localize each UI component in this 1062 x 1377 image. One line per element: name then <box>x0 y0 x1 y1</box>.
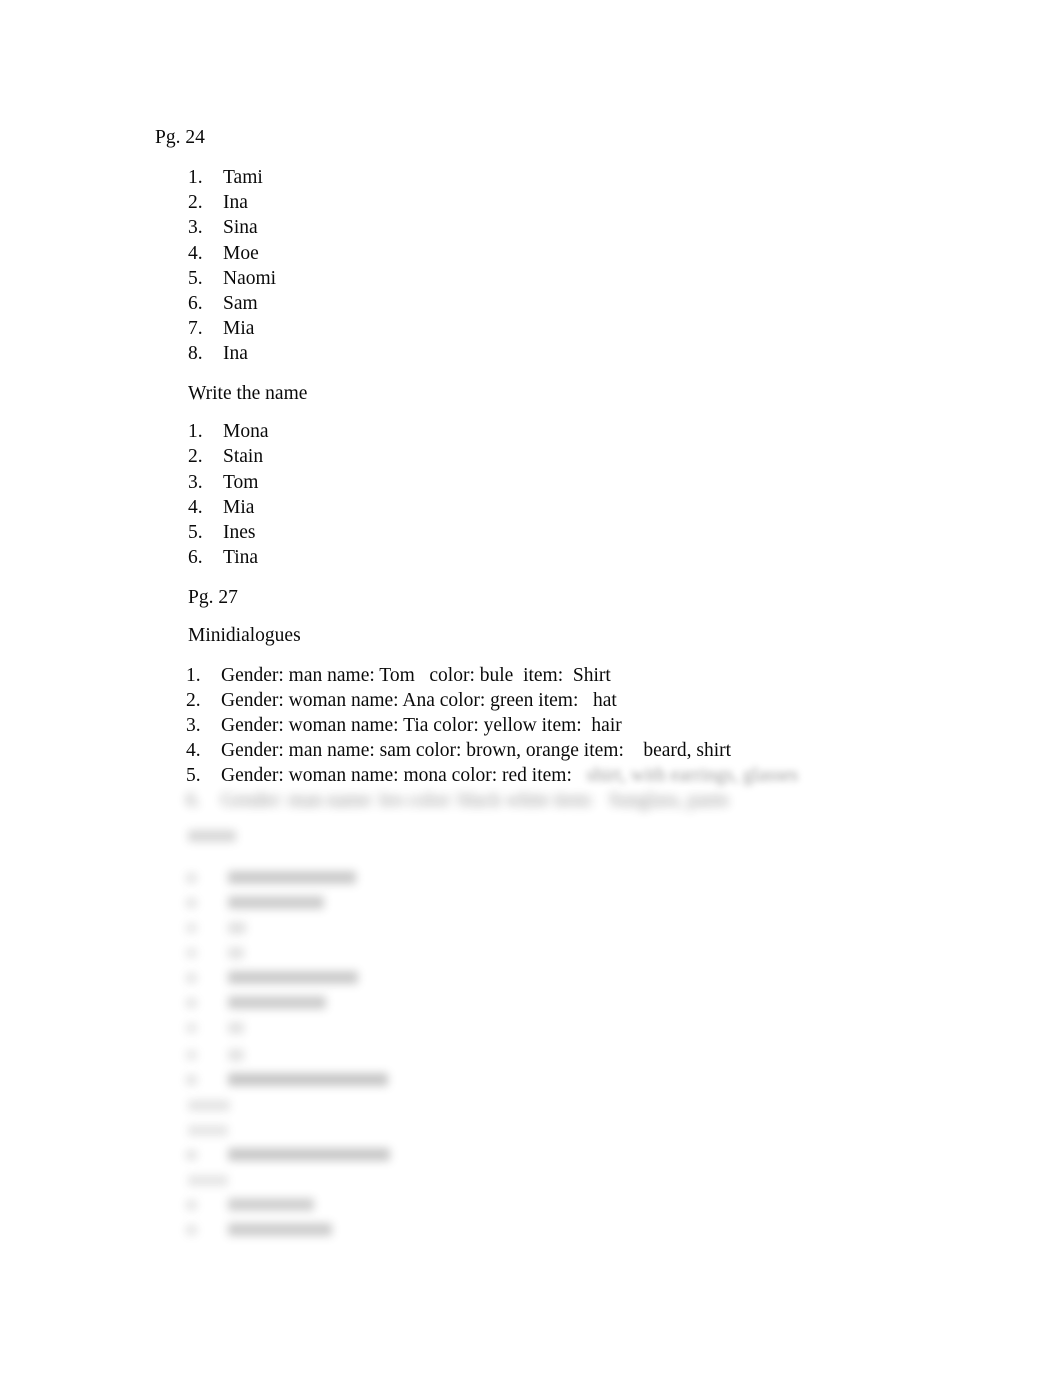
list-item-number: 3. <box>188 471 203 493</box>
list-item-number: 4. <box>186 740 201 761</box>
obscured-row-number <box>186 1150 197 1160</box>
list-item-number: 4. <box>188 242 203 264</box>
obscured-row-text <box>228 1198 314 1211</box>
list-item-number: 1. <box>188 421 203 442</box>
obscured-subheading <box>188 1100 230 1111</box>
obscured-row-number <box>186 898 197 908</box>
obscured-row-number <box>186 1050 197 1060</box>
list-item-number: 2. <box>188 446 203 468</box>
obscured-row-number <box>186 923 197 933</box>
obscured-row-number <box>186 1075 197 1085</box>
obscured-row-text <box>228 922 246 934</box>
obscured-row-number <box>186 1200 197 1210</box>
list-item-label: Mona <box>223 421 269 442</box>
list-item-label: Mia <box>223 496 255 518</box>
list-item-number: 6. <box>188 547 203 569</box>
list-item-number: 3. <box>188 217 203 239</box>
obscured-row-text <box>228 1022 244 1034</box>
list-item-number: 2. <box>188 192 203 214</box>
obscured-subheading <box>188 1125 228 1136</box>
obscured-subheading <box>188 1175 228 1186</box>
list-item-label: Naomi <box>223 267 277 289</box>
list-item-number: 1. <box>186 665 201 686</box>
list-item-number: 1. <box>188 167 203 188</box>
minidialogues-heading: Minidialogues <box>188 625 301 646</box>
obscured-row-text <box>228 1049 244 1061</box>
obscured-row-number <box>186 873 197 883</box>
list-item-label: Moe <box>223 242 259 264</box>
list-item-number: 8. <box>188 343 203 365</box>
obscured-row-text <box>228 971 358 984</box>
obscured-row-text <box>228 947 244 959</box>
list-item-number: 6. <box>186 790 201 811</box>
write-the-name-heading: Write the name <box>188 383 308 404</box>
list-item-text: Gender: woman name: mona color: red item… <box>221 765 572 786</box>
list-item-label: Mia <box>223 318 255 340</box>
list-item-number: 2. <box>186 690 201 711</box>
list-item-number: 5. <box>188 267 203 289</box>
obscured-row-text <box>228 1073 388 1086</box>
obscured-row-number <box>186 948 197 958</box>
list-item-label: Ina <box>223 343 248 365</box>
list-item-label: Ines <box>223 522 256 544</box>
list-item-number: 6. <box>188 292 203 314</box>
obscured-row-text <box>228 871 356 884</box>
obscured-row-number <box>186 1225 197 1235</box>
document-page: Pg. 24 1. Tami 2. Ina 3. Sina 4. Moe 5. … <box>0 0 1062 1377</box>
list-item-label: Ina <box>223 192 248 214</box>
list-item-label: Tom <box>223 471 259 493</box>
obscured-row-number <box>186 973 197 983</box>
list-item-label: Gender: man name: leo color: black white… <box>221 790 729 811</box>
list-item-number: 7. <box>188 318 203 340</box>
list-item-label: Gender: woman name: Tia color: yellow it… <box>221 715 622 736</box>
obscured-row-text <box>228 996 326 1009</box>
obscured-row-number <box>186 998 197 1008</box>
list-item-number: 4. <box>188 496 203 518</box>
obscured-row-number <box>186 1023 197 1033</box>
obscured-row-text <box>228 1223 332 1236</box>
obscured-heading <box>188 830 236 842</box>
page-27-heading: Pg. 27 <box>188 587 238 608</box>
obscured-section <box>0 818 1062 1288</box>
list-item-label: Tami <box>223 167 263 188</box>
list-item-number: 3. <box>186 715 201 736</box>
page-24-heading: Pg. 24 <box>155 127 205 148</box>
list-item-number: 5. <box>186 765 201 786</box>
list-item-label: Sam <box>223 292 258 314</box>
obscured-row-text <box>228 896 324 909</box>
list-item-label: Gender: woman name: mona color: red item… <box>221 763 798 788</box>
list-item-label: Gender: woman name: Ana color: green ite… <box>221 690 617 711</box>
list-item-label: Stain <box>223 446 264 468</box>
list-item-label: Sina <box>223 217 258 239</box>
obscured-text: shirt, with earrings, glasses <box>571 765 799 786</box>
list-item-label: Gender: man name: sam color: brown, oran… <box>221 740 732 761</box>
list-item-label: Gender: man name: Tom color: bule item: … <box>221 665 611 686</box>
list-item-number: 5. <box>188 522 203 544</box>
list-item-label: Tina <box>223 547 259 569</box>
obscured-row-text <box>228 1148 390 1161</box>
